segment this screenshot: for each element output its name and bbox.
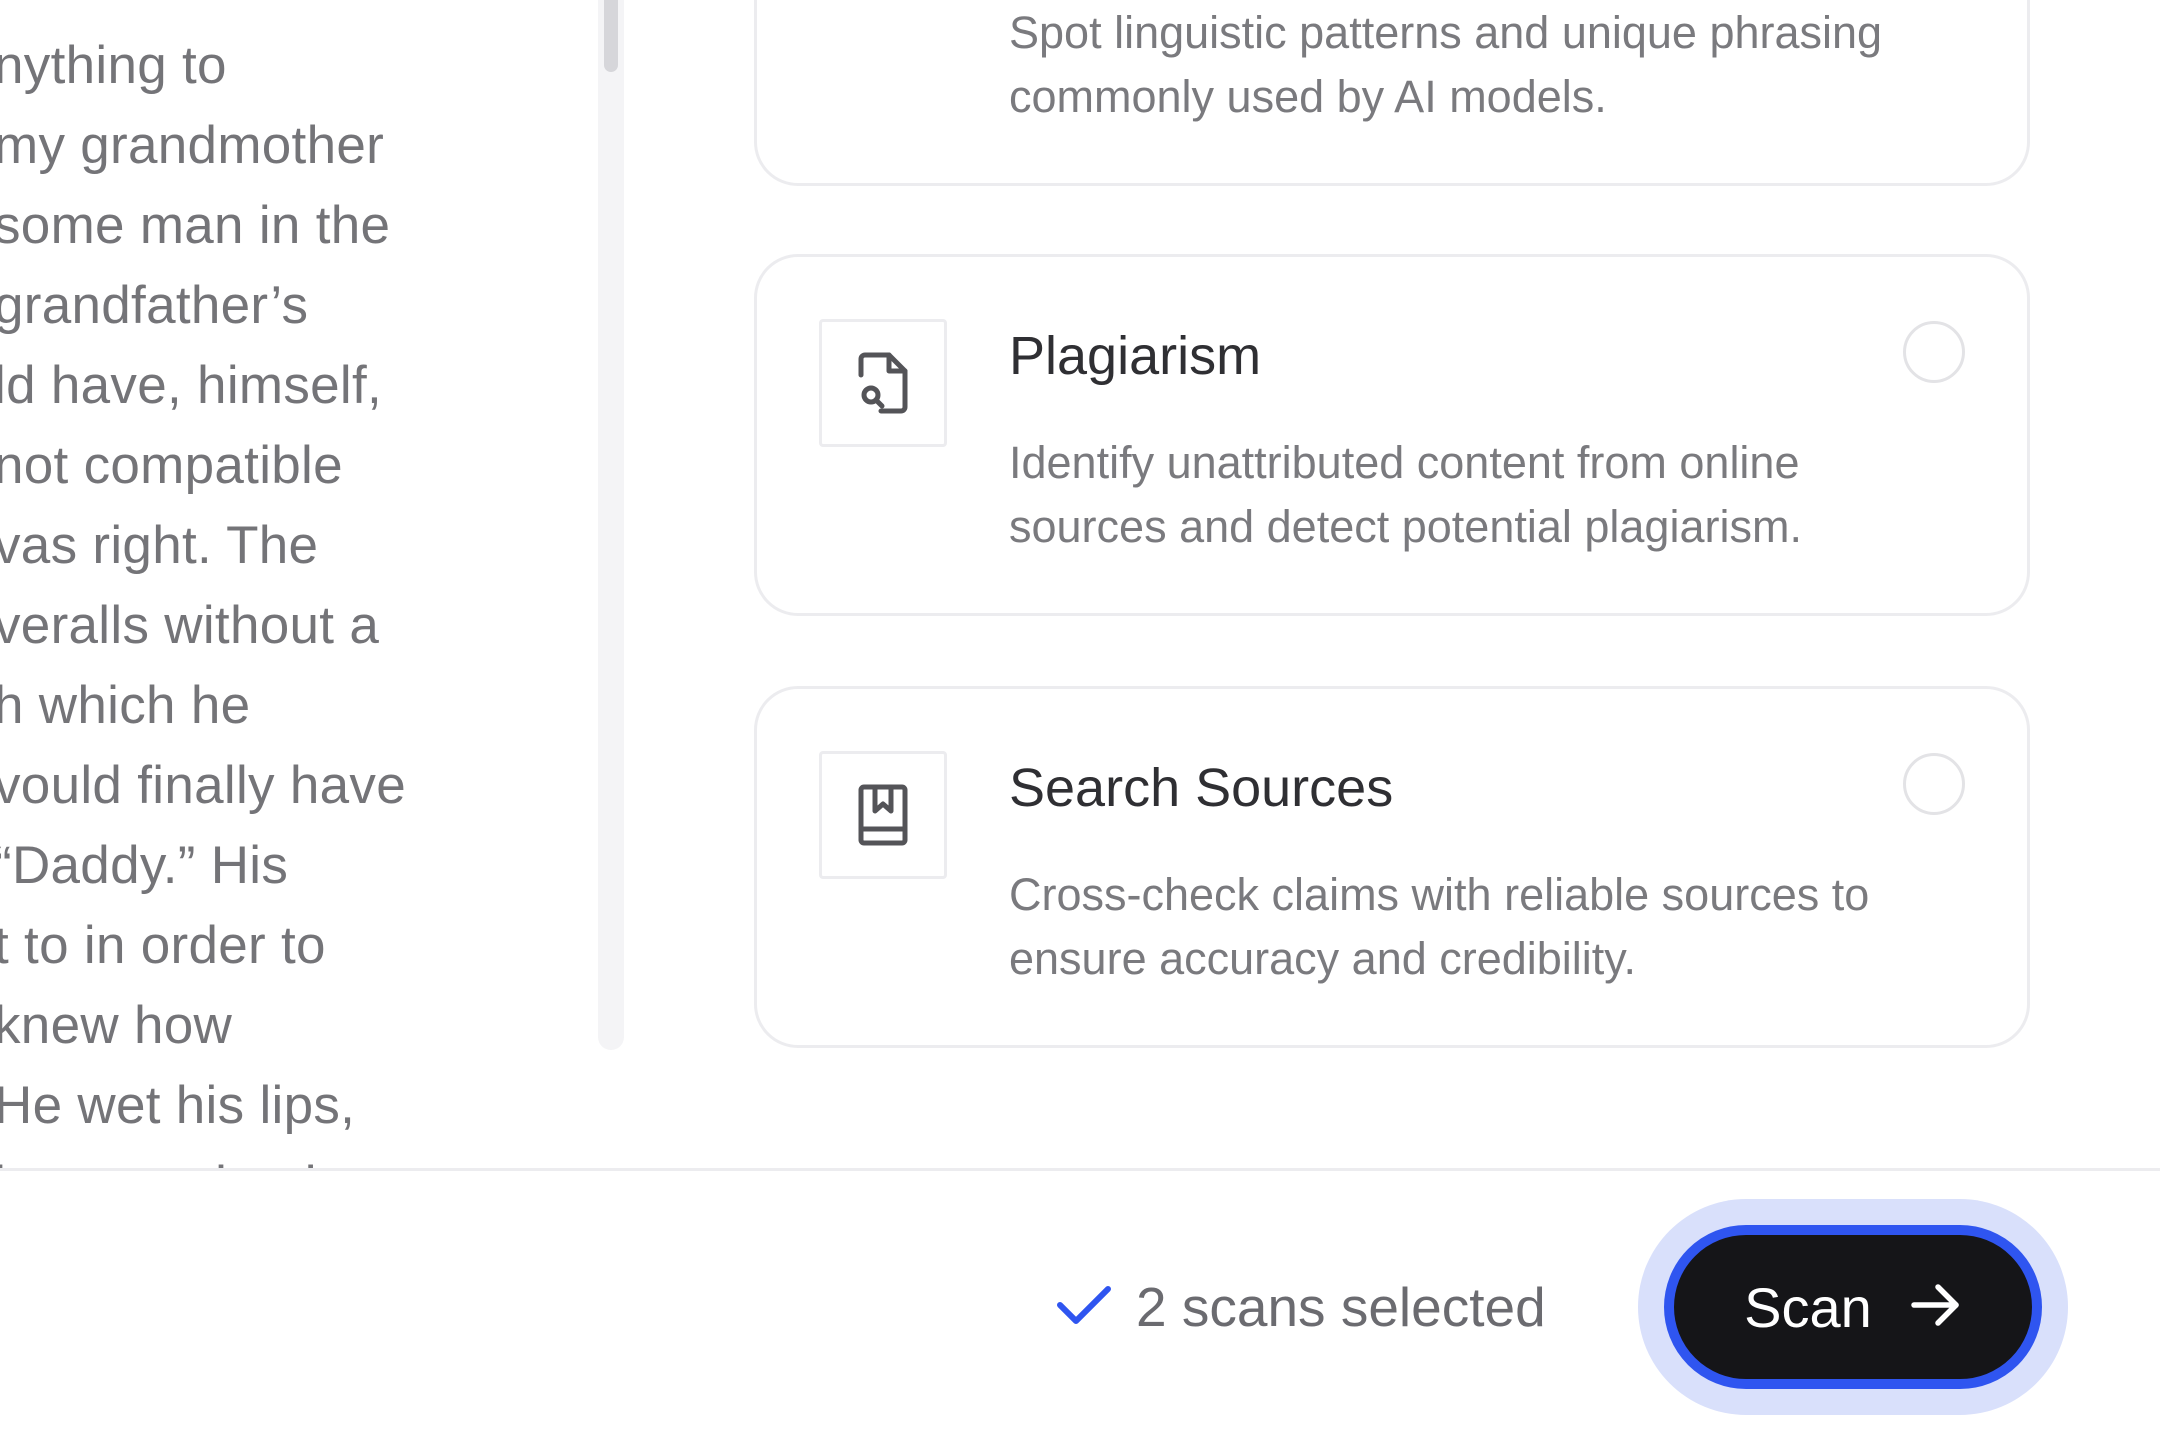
document-line: h which he — [0, 676, 251, 735]
document-line: He wet his lips, — [0, 1076, 356, 1135]
document-line: ld have, himself, — [0, 356, 383, 415]
document-line: vas right. The — [0, 516, 319, 575]
scan-option-ai-detection[interactable]: Spot linguistic patterns and unique phra… — [754, 0, 2030, 186]
card-title: Plagiarism — [1009, 326, 1262, 386]
selected-status: 2 scans selected — [1056, 1275, 1546, 1339]
document-line: knew how — [0, 996, 233, 1055]
scan-button[interactable]: Scan — [1664, 1225, 2042, 1389]
document-line: he story that he — [0, 1146, 406, 1168]
scrollbar-thumb[interactable] — [604, 0, 618, 72]
card-title: Search Sources — [1009, 758, 1394, 818]
card-description: Identify unattributed content from onlin… — [1009, 437, 1802, 552]
arrow-right-icon — [1910, 1282, 1962, 1333]
document-line: grandfather’s — [0, 276, 309, 335]
file-search-icon — [819, 319, 947, 447]
plagiarism-radio[interactable] — [1903, 321, 1965, 383]
scan-footer: 2 scans selected Scan — [0, 1168, 2160, 1443]
card-description: Cross-check claims with reliable sources… — [1009, 869, 1870, 984]
scan-option-plagiarism[interactable]: Plagiarism Identify unattributed content… — [754, 254, 2030, 616]
document-text: nything to my grandmother some man in th… — [0, 26, 406, 1168]
document-line: veralls without a — [0, 596, 380, 655]
document-text-pane: nything to my grandmother some man in th… — [0, 0, 600, 1168]
document-line: “Daddy.” His — [0, 836, 289, 895]
document-line: my grandmother — [0, 116, 385, 175]
search-sources-radio[interactable] — [1903, 753, 1965, 815]
scan-option-search-sources[interactable]: Search Sources Cross-check claims with r… — [754, 686, 2030, 1048]
card-description: Spot linguistic patterns and unique phra… — [1009, 7, 1883, 122]
checkmark-icon — [1056, 1283, 1112, 1332]
document-line: not compatible — [0, 436, 343, 495]
bookmark-book-icon — [819, 751, 947, 879]
selected-count-text: 2 scans selected — [1136, 1276, 1546, 1338]
document-line: vould finally have — [0, 756, 406, 815]
scan-button-label: Scan — [1744, 1275, 1872, 1339]
scrollbar-track[interactable] — [598, 0, 624, 1050]
document-line: nything to — [0, 36, 227, 95]
document-line: t to in order to — [0, 916, 326, 975]
document-line: some man in the — [0, 196, 391, 255]
